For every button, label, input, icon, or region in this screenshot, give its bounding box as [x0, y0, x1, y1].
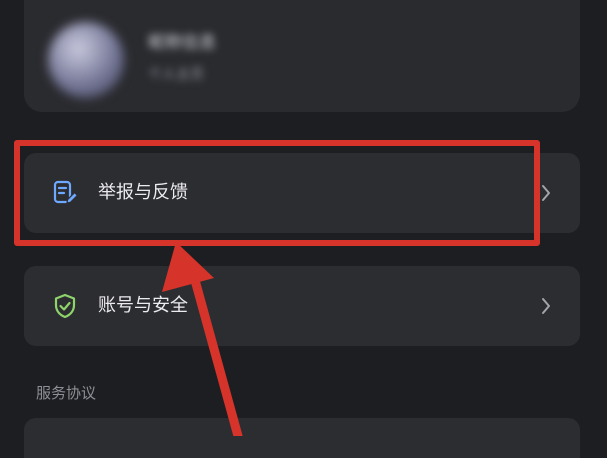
- menu-item-account-security[interactable]: 账号与安全: [24, 266, 580, 346]
- chevron-right-icon: [542, 298, 550, 314]
- account-security-label: 账号与安全: [98, 295, 188, 316]
- menu-item-feedback[interactable]: 举报与反馈: [24, 153, 580, 233]
- shield-check-icon: [54, 293, 76, 319]
- section-header-service-agreement: 服务协议: [36, 384, 97, 402]
- avatar: [48, 22, 124, 98]
- feedback-label: 举报与反馈: [98, 182, 188, 203]
- profile-card[interactable]: 昵称信息 个人主页: [24, 0, 580, 112]
- profile-name: 昵称信息: [148, 33, 216, 53]
- chevron-right-icon: [542, 185, 550, 201]
- feedback-icon: [53, 180, 78, 204]
- service-agreement-card[interactable]: [24, 418, 580, 458]
- profile-subtitle: 个人主页: [148, 67, 204, 83]
